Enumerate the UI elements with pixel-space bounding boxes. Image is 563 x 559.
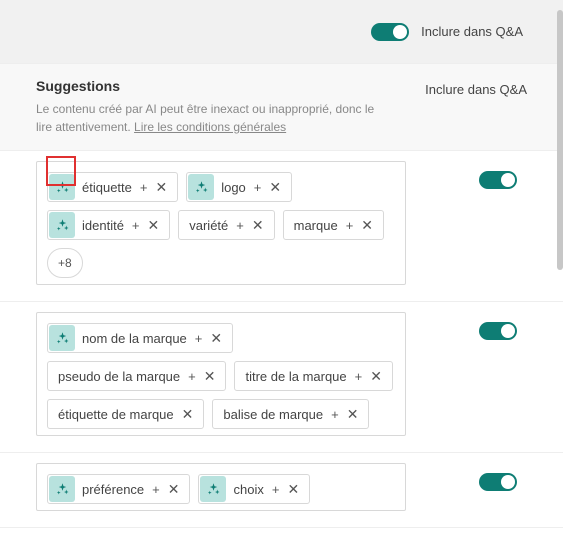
suggestions-header: Suggestions Le contenu créé par AI peut … bbox=[0, 64, 563, 151]
group-toggle-column bbox=[406, 302, 563, 340]
chip-label: marque bbox=[294, 218, 338, 233]
chip-plus: + bbox=[346, 218, 354, 233]
sparkle-icon bbox=[188, 174, 214, 200]
sparkle-icon bbox=[200, 476, 226, 502]
chip-plus: + bbox=[254, 180, 262, 195]
chip-plus: + bbox=[132, 218, 140, 233]
chip-label: pseudo de la marque bbox=[58, 369, 180, 384]
close-icon[interactable]: ✕ bbox=[368, 369, 384, 383]
chip-label: choix bbox=[233, 482, 263, 497]
chip-label: variété bbox=[189, 218, 228, 233]
close-icon[interactable]: ✕ bbox=[153, 180, 169, 194]
suggestion-group: étiquette+✕logo+✕identité+✕variété+✕marq… bbox=[0, 151, 563, 302]
chip-label: préférence bbox=[82, 482, 144, 497]
sparkle-icon bbox=[49, 174, 75, 200]
chip-box: préférence + ✕ choix + ✕ bbox=[36, 463, 406, 511]
suggestion-chip[interactable]: choix + ✕ bbox=[198, 474, 310, 504]
chip-plus: + bbox=[140, 180, 148, 195]
suggestion-group: préférence + ✕ choix + ✕ bbox=[0, 453, 563, 528]
close-icon[interactable]: ✕ bbox=[359, 218, 375, 232]
group-toggle-column bbox=[406, 151, 563, 189]
suggestion-chip[interactable]: étiquette de marque ✕ bbox=[47, 399, 204, 429]
suggestion-chip[interactable]: balise de marque + ✕ bbox=[212, 399, 369, 429]
suggestion-group: nom de la marque+✕pseudo de la marque+✕t… bbox=[0, 302, 563, 453]
close-icon[interactable]: ✕ bbox=[250, 218, 266, 232]
close-icon[interactable]: ✕ bbox=[267, 180, 283, 194]
chip-box: nom de la marque+✕pseudo de la marque+✕t… bbox=[36, 312, 406, 436]
chip-label: balise de marque bbox=[223, 407, 323, 422]
include-qa-toggle-top[interactable] bbox=[371, 23, 409, 41]
chip-label: étiquette de marque bbox=[58, 407, 174, 422]
suggestion-chip[interactable]: logo + ✕ bbox=[186, 172, 292, 202]
close-icon[interactable]: ✕ bbox=[208, 331, 224, 345]
close-icon[interactable]: ✕ bbox=[146, 218, 162, 232]
chip-plus: + bbox=[272, 482, 280, 497]
chip-plus: + bbox=[355, 369, 363, 384]
group-include-toggle[interactable] bbox=[479, 473, 517, 491]
suggestion-chip[interactable]: préférence + ✕ bbox=[47, 474, 190, 504]
suggestions-description: Le contenu créé par AI peut être inexact… bbox=[36, 100, 376, 136]
close-icon[interactable]: ✕ bbox=[202, 369, 218, 383]
terms-link[interactable]: Lire les conditions générales bbox=[134, 120, 286, 134]
suggestion-chip[interactable]: pseudo de la marque + ✕ bbox=[47, 361, 226, 391]
chip-label: étiquette bbox=[82, 180, 132, 195]
suggestion-chip[interactable]: nom de la marque + ✕ bbox=[47, 323, 233, 353]
close-icon[interactable]: ✕ bbox=[180, 407, 196, 421]
chip-plus: + bbox=[195, 331, 203, 346]
close-icon[interactable]: ✕ bbox=[166, 482, 182, 496]
suggestion-chip[interactable]: titre de la marque + ✕ bbox=[234, 361, 393, 391]
suggestion-chip[interactable]: étiquette + ✕ bbox=[47, 172, 178, 202]
suggestions-title: Suggestions bbox=[36, 78, 376, 94]
chip-label: logo bbox=[221, 180, 246, 195]
include-qa-label-header: Inclure dans Q&A bbox=[425, 78, 527, 97]
include-qa-label-top: Inclure dans Q&A bbox=[421, 24, 523, 39]
suggestion-chip[interactable]: identité + ✕ bbox=[47, 210, 170, 240]
group-toggle-column bbox=[406, 453, 563, 491]
top-toolbar: Inclure dans Q&A bbox=[0, 0, 563, 64]
chip-label: identité bbox=[82, 218, 124, 233]
close-icon[interactable]: ✕ bbox=[345, 407, 361, 421]
sparkle-icon bbox=[49, 212, 75, 238]
more-chip[interactable]: +8 bbox=[47, 248, 83, 278]
chip-plus: + bbox=[152, 482, 160, 497]
suggestion-chip[interactable]: variété + ✕ bbox=[178, 210, 274, 240]
group-include-toggle[interactable] bbox=[479, 171, 517, 189]
chip-plus: + bbox=[188, 369, 196, 384]
scrollbar[interactable] bbox=[557, 10, 563, 270]
close-icon[interactable]: ✕ bbox=[285, 482, 301, 496]
suggestion-chip[interactable]: marque + ✕ bbox=[283, 210, 384, 240]
sparkle-icon bbox=[49, 325, 75, 351]
sparkle-icon bbox=[49, 476, 75, 502]
chip-plus: + bbox=[331, 407, 339, 422]
chip-label: titre de la marque bbox=[245, 369, 346, 384]
chip-box: étiquette+✕logo+✕identité+✕variété+✕marq… bbox=[36, 161, 406, 285]
group-include-toggle[interactable] bbox=[479, 322, 517, 340]
chip-plus: + bbox=[236, 218, 244, 233]
chip-label: nom de la marque bbox=[82, 331, 187, 346]
